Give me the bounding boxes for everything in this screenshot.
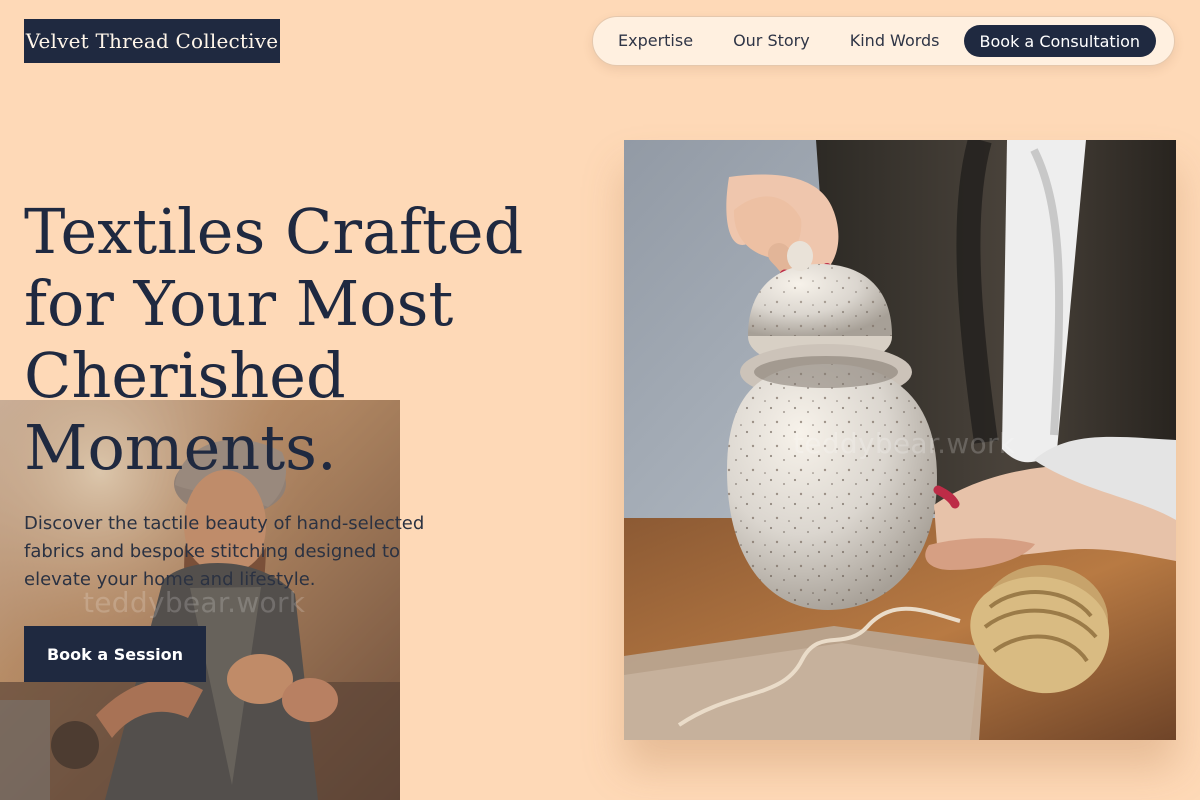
nav-link-expertise[interactable]: Expertise [618,33,693,49]
nav-link-our-story[interactable]: Our Story [733,33,810,49]
landing-page: Velvet Thread Collective Expertise Our S… [0,0,1200,800]
book-consultation-button[interactable]: Book a Consultation [963,25,1157,57]
top-navigation: Expertise Our Story Kind Words Book a Co… [592,16,1175,66]
pottery-product-photo [624,140,1176,740]
hero-description: Discover the tactile beauty of hand-sele… [24,513,425,590]
hero-title: Textiles Crafted for Your Most Cherished… [24,195,524,484]
brand-logo[interactable]: Velvet Thread Collective [24,19,280,63]
pottery-photo-illustration [624,140,1176,740]
book-session-button[interactable]: Book a Session [24,626,206,682]
nav-link-kind-words[interactable]: Kind Words [850,33,940,49]
brand-name: Velvet Thread Collective [25,29,279,53]
